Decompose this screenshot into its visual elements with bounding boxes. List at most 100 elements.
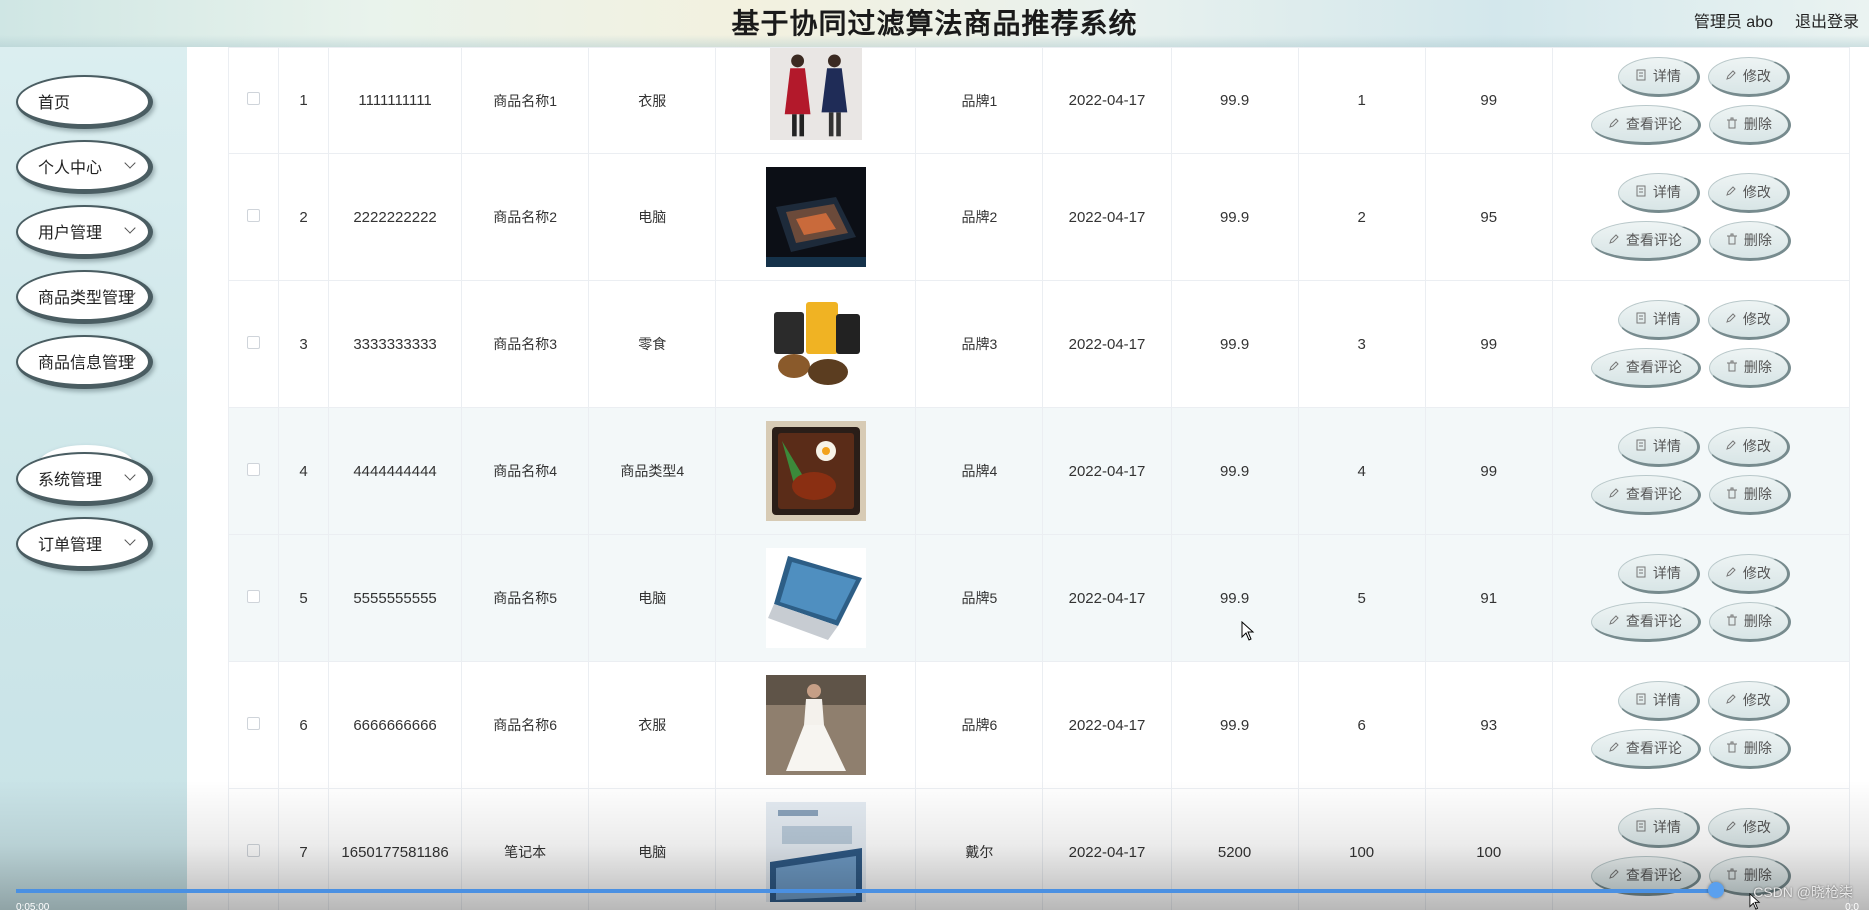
watermark: CSDN @晓枪柒 [1753, 884, 1853, 900]
pencil-icon [1725, 565, 1737, 581]
detail-button[interactable]: 详情 [1617, 173, 1700, 213]
row-checkbox[interactable] [247, 92, 260, 105]
row-checkbox[interactable] [247, 335, 260, 349]
product-col9: 4 [1297, 407, 1426, 535]
chevron-down-icon [124, 222, 136, 234]
product-image [715, 661, 917, 789]
delete-label: 删除 [1743, 486, 1772, 502]
document-icon [1635, 692, 1647, 708]
product-date: 2022-04-17 [1042, 153, 1172, 281]
view-reviews-button[interactable]: 查看评论 [1590, 348, 1701, 388]
view-reviews-button[interactable]: 查看评论 [1590, 602, 1701, 642]
product-date: 2022-04-17 [1042, 280, 1172, 408]
menu-item-label: 商品信息管理 [38, 354, 135, 372]
row-checkbox[interactable] [247, 589, 260, 603]
product-col9: 3 [1297, 280, 1426, 408]
pencil-icon [1725, 692, 1737, 708]
menu-item-product-type-management[interactable]: 商品类型管理 [16, 270, 153, 324]
row-checkbox-cell [228, 47, 280, 154]
trash-icon [1726, 232, 1738, 248]
delete-button[interactable]: 删除 [1708, 602, 1791, 642]
product-name: 商品名称4 [461, 407, 590, 535]
edit-button[interactable]: 修改 [1707, 56, 1790, 97]
trash-icon [1726, 867, 1738, 883]
row-checkbox-cell [228, 661, 280, 789]
detail-button[interactable]: 详情 [1617, 56, 1700, 97]
edit-button[interactable]: 修改 [1707, 427, 1790, 467]
delete-label: 删除 [1743, 359, 1772, 375]
trash-icon [1726, 613, 1738, 629]
delete-button[interactable]: 删除 [1708, 104, 1791, 145]
detail-button[interactable]: 详情 [1617, 808, 1700, 848]
detail-button[interactable]: 详情 [1617, 427, 1700, 467]
edit-button[interactable]: 修改 [1707, 681, 1790, 721]
detail-label: 详情 [1652, 438, 1681, 454]
product-code: 1111111111 [328, 47, 463, 154]
edit-button[interactable]: 修改 [1707, 554, 1790, 594]
trash-icon [1726, 116, 1738, 132]
menu-item-product-info-management[interactable]: 商品信息管理 [16, 335, 153, 389]
menu-item-personal-center[interactable]: 个人中心 [16, 140, 153, 194]
view-reviews-button[interactable]: 查看评论 [1590, 475, 1701, 515]
row-actions: 详情 修改查看评论 删除 [1551, 661, 1850, 789]
product-image [715, 280, 917, 408]
detail-label: 详情 [1652, 184, 1681, 200]
mouse-cursor-icon [1241, 621, 1255, 641]
detail-label: 详情 [1652, 565, 1681, 581]
delete-button[interactable]: 删除 [1708, 221, 1791, 261]
view-reviews-button[interactable]: 查看评论 [1590, 104, 1701, 145]
top-header: 基于协同过滤算法商品推荐系统 管理员 abo 退出登录 [0, 0, 1869, 47]
delete-button[interactable]: 删除 [1708, 729, 1791, 769]
video-progress-handle[interactable] [1708, 882, 1724, 898]
detail-button[interactable]: 详情 [1617, 554, 1700, 594]
row-actions: 详情 修改查看评论 删除 [1551, 534, 1850, 662]
product-col9: 2 [1297, 153, 1426, 281]
row-checkbox[interactable] [247, 716, 260, 730]
product-code: 3333333333 [328, 280, 463, 408]
edit-label: 修改 [1742, 311, 1771, 327]
row-actions: 详情 修改 查看评论 删除 [1551, 47, 1850, 154]
edit-label: 修改 [1742, 692, 1771, 708]
row-actions: 详情 修改 查看评论 删除 [1551, 407, 1850, 535]
logout-link[interactable]: 退出登录 [1795, 8, 1859, 32]
table-row: 3 3333333333 商品名称3 零食 品牌3 2022-04-17 99.9 3 99 详情… [228, 280, 1850, 408]
row-index: 2 [278, 153, 330, 281]
product-code: 5555555555 [328, 534, 463, 662]
admin-username: 管理员 abo [1693, 14, 1773, 31]
edit-button[interactable]: 修改 [1707, 173, 1790, 213]
menu-item-home[interactable]: 首页 [16, 75, 153, 129]
product-price: 99.9 [1170, 407, 1299, 535]
detail-label: 详情 [1652, 692, 1681, 708]
product-brand: 品牌5 [915, 534, 1044, 662]
document-icon [1635, 438, 1647, 454]
product-code: 6666666666 [328, 661, 463, 789]
product-table-container: 1 1111111111 商品名称1 衣服 品牌1 2022-04-17 99.9 1 99 详情… [228, 47, 1850, 910]
document-icon [1635, 184, 1647, 200]
video-progress-bar[interactable] [16, 889, 1716, 893]
document-icon [1635, 68, 1647, 84]
product-col10: 93 [1424, 661, 1553, 789]
edit-label: 修改 [1742, 819, 1771, 835]
product-image [715, 153, 917, 281]
detail-button[interactable]: 详情 [1617, 300, 1700, 340]
delete-button[interactable]: 删除 [1708, 475, 1791, 515]
delete-button[interactable]: 删除 [1708, 348, 1791, 388]
view-reviews-button[interactable]: 查看评论 [1590, 729, 1701, 769]
detail-button[interactable]: 详情 [1617, 681, 1700, 721]
row-checkbox[interactable] [247, 843, 260, 857]
pencil-icon [1608, 232, 1620, 248]
pencil-icon [1608, 116, 1620, 132]
menu-item-label: 订单管理 [38, 536, 103, 554]
edit-label: 修改 [1742, 565, 1771, 581]
row-checkbox[interactable] [247, 462, 260, 476]
edit-button[interactable]: 修改 [1707, 300, 1790, 340]
view-reviews-button[interactable]: 查看评论 [1590, 221, 1701, 261]
menu-item-order-management[interactable]: 订单管理 [16, 517, 153, 571]
edit-button[interactable]: 修改 [1707, 808, 1790, 848]
menu-item-system-management[interactable]: 系统管理 [16, 452, 153, 506]
row-checkbox[interactable] [247, 208, 260, 222]
menu-item-user-management[interactable]: 用户管理 [16, 205, 153, 259]
chevron-down-icon [124, 157, 136, 169]
menu-item-label: 系统管理 [38, 471, 103, 489]
delete-label: 删除 [1743, 115, 1772, 132]
